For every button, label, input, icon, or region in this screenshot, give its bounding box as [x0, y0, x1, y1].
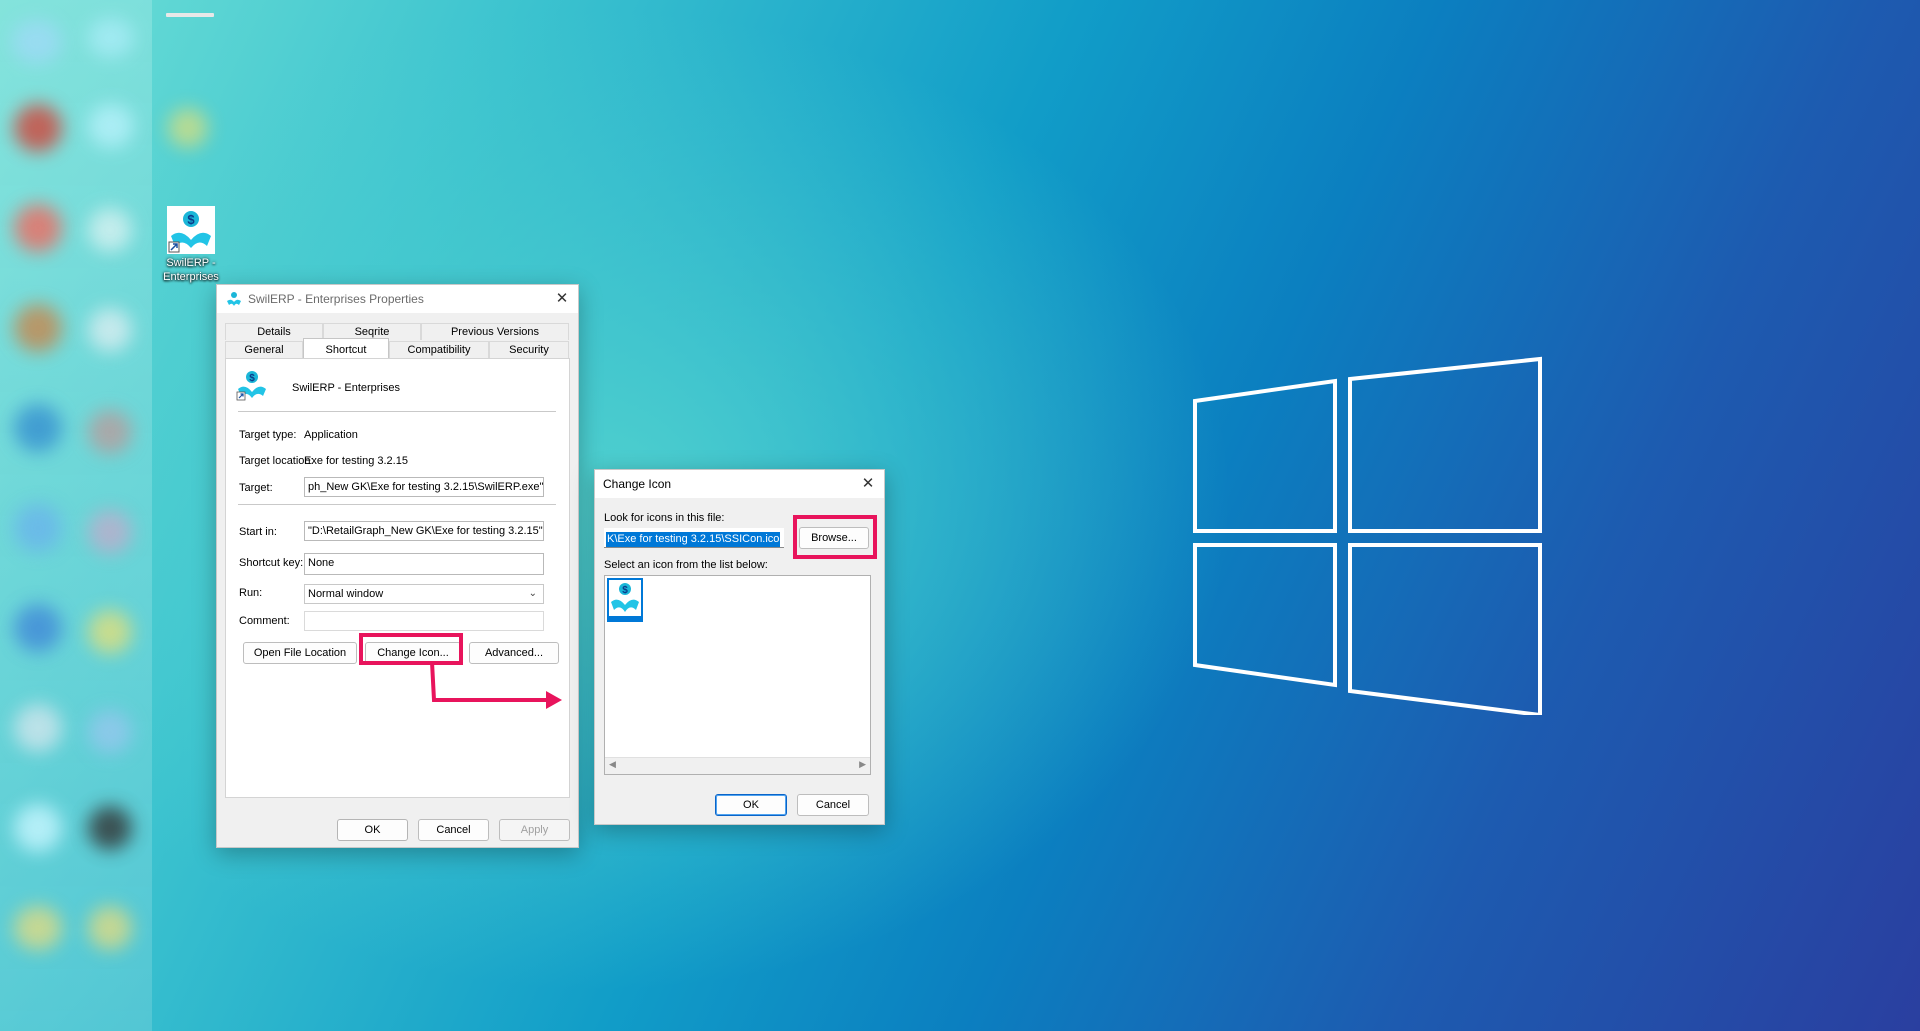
close-icon[interactable]: ✕: [554, 291, 570, 307]
target-input[interactable]: ph_New GK\Exe for testing 3.2.15\SwilERP…: [304, 477, 544, 497]
start-in-label: Start in:: [239, 526, 277, 538]
run-select[interactable]: Normal window ⌄: [304, 584, 544, 604]
close-icon[interactable]: ✕: [860, 476, 876, 492]
svg-text:$: $: [249, 373, 255, 384]
horizontal-scrollbar[interactable]: ◀ ▶: [605, 757, 870, 774]
start-in-input[interactable]: "D:\RetailGraph_New GK\Exe for testing 3…: [304, 521, 544, 541]
desktop-shortcut-swilerp[interactable]: $ SwilERP - Enterprises: [158, 206, 224, 284]
properties-cancel-button[interactable]: Cancel: [418, 819, 489, 841]
tab-shortcut[interactable]: Shortcut: [303, 338, 389, 358]
properties-apply-button[interactable]: Apply: [499, 819, 570, 841]
desktop-icon-column: [0, 0, 208, 1031]
scroll-left-icon[interactable]: ◀: [609, 759, 616, 770]
shortcut-key-input[interactable]: None: [304, 553, 544, 575]
select-icon-label: Select an icon from the list below:: [604, 559, 768, 571]
shortcut-panel: $ SwilERP - Enterprises Target type: App…: [225, 358, 570, 798]
target-type-label: Target type:: [239, 429, 297, 441]
target-label: Target:: [239, 482, 273, 494]
separator: [238, 411, 556, 412]
comment-input[interactable]: [304, 611, 544, 631]
windows-logo: [1193, 356, 1542, 715]
change-icon-titlebar: Change Icon ✕: [595, 470, 884, 498]
properties-ok-button[interactable]: OK: [337, 819, 408, 841]
swilerp-icon-option: $: [609, 580, 641, 616]
run-label: Run:: [239, 587, 263, 599]
arrow-annotation: [430, 661, 562, 709]
properties-dialog: SwilERP - Enterprises Properties ✕ Detai…: [216, 284, 579, 848]
change-icon-cancel-button[interactable]: Cancel: [797, 794, 869, 816]
desktop-shortcut-label: SwilERP - Enterprises: [163, 257, 219, 283]
properties-titlebar: SwilERP - Enterprises Properties ✕: [217, 285, 578, 313]
change-icon-title: Change Icon: [603, 477, 672, 491]
svg-text:$: $: [187, 212, 195, 227]
shortcut-key-label: Shortcut key:: [239, 557, 304, 569]
chevron-down-icon: ⌄: [528, 588, 537, 599]
tab-general[interactable]: General: [225, 341, 303, 358]
look-for-icons-label: Look for icons in this file:: [604, 512, 725, 524]
run-select-value: Normal window: [308, 588, 384, 600]
icon-list[interactable]: $ ◀ ▶: [604, 575, 871, 775]
browse-highlight: [793, 515, 877, 559]
tabs-bottom-row: General Shortcut Compatibility Security: [225, 338, 569, 358]
tab-security[interactable]: Security: [489, 341, 569, 358]
swilerp-app-icon: $: [167, 206, 215, 254]
target-location-value: Exe for testing 3.2.15: [304, 455, 408, 467]
tab-compatibility[interactable]: Compatibility: [389, 341, 489, 358]
tab-previous-versions[interactable]: Previous Versions: [421, 323, 569, 340]
properties-title: SwilERP - Enterprises Properties: [248, 292, 424, 306]
icon-file-selection: K\Exe for testing 3.2.15\SSICon.ico: [606, 532, 781, 547]
icon-file-input[interactable]: K\Exe for testing 3.2.15\SSICon.ico: [604, 528, 784, 548]
comment-label: Comment:: [239, 615, 290, 627]
target-type-value: Application: [304, 429, 358, 441]
icon-list-item-selected[interactable]: $: [607, 578, 643, 622]
desktop-top-bar: [166, 13, 214, 17]
shortcut-app-icon: $: [236, 371, 266, 401]
change-icon-ok-button[interactable]: OK: [715, 794, 787, 816]
open-file-location-button[interactable]: Open File Location: [243, 642, 357, 664]
shortcut-app-name: SwilERP - Enterprises: [292, 382, 400, 394]
svg-text:$: $: [622, 585, 628, 596]
separator: [238, 504, 556, 505]
scroll-right-icon[interactable]: ▶: [859, 759, 866, 770]
target-location-label: Target location:: [239, 455, 314, 467]
swilerp-small-icon: [227, 292, 241, 306]
tabs-top-row: Details Seqrite Previous Versions: [225, 323, 569, 340]
